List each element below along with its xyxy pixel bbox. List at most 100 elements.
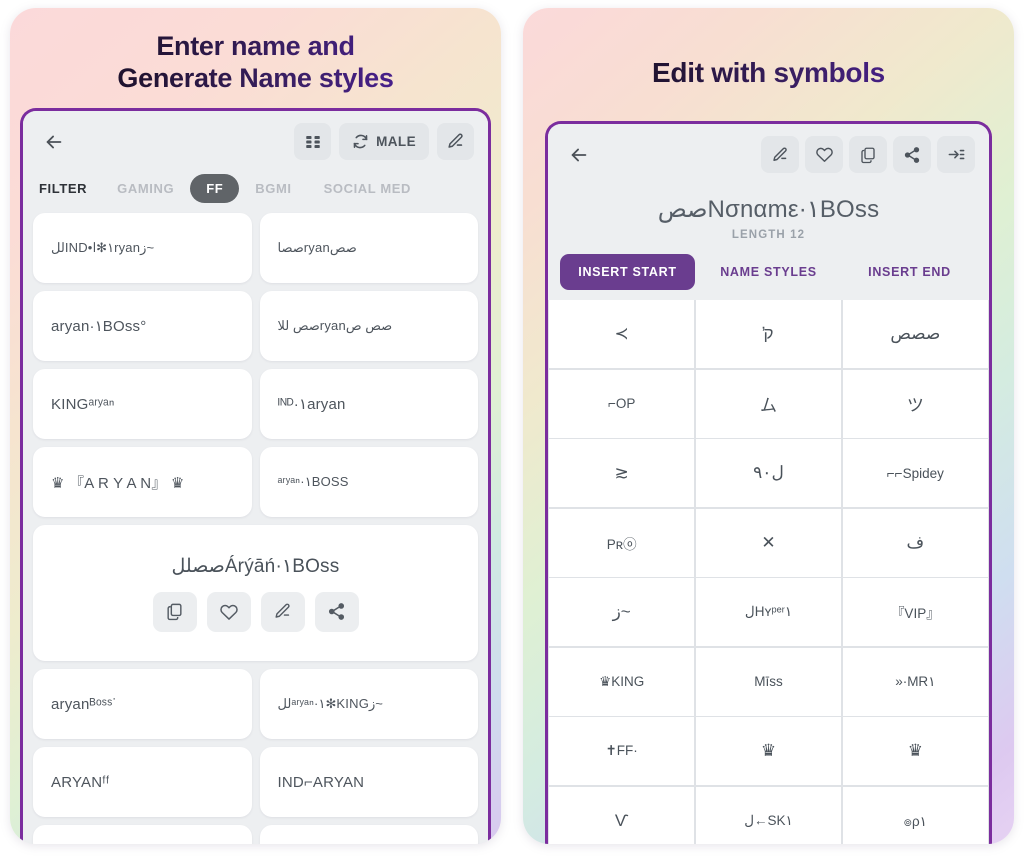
back-button[interactable]	[562, 138, 596, 172]
tab-insert-end[interactable]: INSERT END	[842, 254, 977, 290]
promo-title-line2: Generate Name styles	[117, 62, 394, 93]
grid-view-button[interactable]	[294, 123, 332, 160]
symbol-cell[interactable]: ل←SK١	[695, 786, 842, 844]
name-card[interactable]: للᵃʳʸᵃⁿ·١✻ΚINGز~	[259, 669, 478, 739]
name-card-text: للIND•١✻اryanز~	[51, 240, 155, 255]
name-card-text: صص للاryanصص ص	[277, 318, 393, 333]
name-card[interactable]: IND⌐ARYAN	[259, 747, 478, 817]
pencil-icon	[448, 133, 463, 148]
name-card-text: ᵃʳʸᵃⁿ·١BOSS	[277, 474, 349, 489]
back-button[interactable]	[37, 125, 71, 159]
symbol-cell[interactable]: ♛	[695, 717, 842, 785]
name-card[interactable]: ᵃʳʸᵃⁿ·١BOSS	[259, 447, 478, 517]
favorite-button[interactable]	[206, 591, 251, 632]
copy-button[interactable]	[849, 136, 887, 173]
symbol-cell[interactable]: ⌐OP	[549, 369, 695, 438]
symbol-cell[interactable]: ≳	[549, 439, 695, 507]
edit-button[interactable]	[260, 591, 305, 632]
symbol-cell[interactable]: صصص	[842, 300, 988, 368]
symbol-cell[interactable]: ✝FF·	[549, 717, 695, 785]
name-preview: صصNσnαmε·١BOss LENGTH 12	[548, 183, 989, 243]
expanded-action-row	[152, 591, 359, 632]
filter-chip-0: FILTER	[39, 181, 88, 196]
symbol-cell[interactable]: ツ	[842, 369, 988, 438]
name-card[interactable]: ARYANᶠᶠ	[33, 747, 252, 817]
tab-name-styles[interactable]: NAME STYLES	[701, 254, 836, 290]
name-card[interactable]: صص للاryanصص ص	[259, 291, 478, 361]
phone-screen-left: MALE FILTER GAMING FF BGMI SOCIAL MED لل…	[23, 111, 488, 844]
symbol-cell[interactable]: ف	[842, 508, 988, 577]
promo-panel-right: Edit with symbols صصNσnαmε·١BOss LENGTH …	[523, 8, 1014, 844]
insert-text-icon	[948, 149, 964, 160]
name-card[interactable]: aryan·١BOss°	[33, 291, 252, 361]
name-card-text: aryan·١BOss°	[51, 318, 147, 335]
promo-screenshot: Enter name and Generate Name styles MALE…	[0, 0, 1024, 862]
edit-button[interactable]	[761, 136, 799, 173]
tab-insert-start[interactable]: INSERT START	[560, 254, 695, 290]
symbol-cell[interactable]: ♛KING	[549, 647, 695, 716]
refresh-icon	[353, 134, 368, 149]
name-card[interactable]	[33, 825, 252, 844]
symbol-cell[interactable]: ⌐⌐Spidey	[842, 439, 988, 507]
filter-chip-3[interactable]: BGMI	[239, 174, 307, 203]
phone-frame-left: MALE FILTER GAMING FF BGMI SOCIAL MED لل…	[20, 108, 491, 844]
phone-frame-right: صصNσnαmε·١BOss LENGTH 12 INSERT START NA…	[545, 121, 992, 844]
symbol-cell[interactable]: ๏ρ١	[842, 786, 988, 844]
appbar-action-row	[755, 136, 975, 173]
name-card[interactable]: ᴵᴺᴰ·١aryan	[259, 369, 478, 439]
share-button[interactable]	[314, 591, 359, 632]
name-card-text: ᴵᴺᴰ·١aryan	[277, 396, 346, 413]
copy-button[interactable]	[152, 591, 197, 632]
appbar-left: MALE	[23, 111, 488, 170]
favorite-button[interactable]	[805, 136, 843, 173]
grid-view-icon	[305, 135, 320, 148]
symbol-cell[interactable]: ✕	[695, 508, 842, 577]
name-card-expanded[interactable]: صصللÁrýāń·١BOss	[33, 525, 478, 661]
arrow-left-icon	[571, 148, 587, 161]
name-card-text: ♛ 『A R Y A N』 ♛	[51, 474, 185, 492]
edit-name-button[interactable]	[437, 123, 474, 160]
symbol-cell[interactable]: 『VIP』	[842, 578, 988, 646]
copy-icon	[861, 147, 875, 163]
name-card[interactable]: للIND•١✻اryanز~	[33, 213, 252, 283]
share-button[interactable]	[893, 136, 931, 173]
promo-panel-left: Enter name and Generate Name styles MALE…	[10, 8, 501, 844]
name-card-text: ARYANᶠᶠ	[51, 773, 110, 791]
symbol-cell[interactable]: Pʀⓞ	[549, 508, 695, 577]
name-card-text: للᵃʳʸᵃⁿ·١✻ΚINGز~	[277, 696, 383, 711]
symbol-cell[interactable]: ز~	[549, 578, 695, 646]
filter-chip-1[interactable]: GAMING	[101, 174, 190, 203]
preview-name-text: صصNσnαmε·١BOss	[657, 196, 880, 223]
heart-icon	[219, 604, 238, 620]
filter-chip-4[interactable]: SOCIAL MED	[308, 174, 427, 203]
arrow-left-icon	[46, 135, 62, 148]
appbar-right	[548, 124, 989, 183]
name-card[interactable]	[259, 825, 478, 844]
filter-chip-2[interactable]: FF	[190, 174, 240, 203]
symbol-cell[interactable]: Mīss	[695, 647, 842, 716]
symbol-cell[interactable]: ≺	[549, 300, 695, 368]
name-card-text: KINGᵃʳʸᵃⁿ	[51, 395, 115, 413]
symbol-cell[interactable]: ק̓	[695, 300, 842, 368]
promo-title-line1: Enter name and	[156, 31, 355, 61]
segment-tab-row: INSERT START NAME STYLES INSERT END	[548, 243, 989, 300]
name-card[interactable]: aryanᴮᵒˢˢ˙	[33, 669, 252, 739]
gender-label: MALE	[376, 134, 416, 149]
name-card[interactable]: ♛ 『A R Y A N』 ♛	[33, 447, 252, 517]
gender-toggle-button[interactable]: MALE	[339, 123, 429, 160]
filter-chip-row[interactable]: FILTER GAMING FF BGMI SOCIAL MED	[23, 170, 488, 213]
symbol-cell[interactable]: ل٩۰	[695, 439, 842, 507]
name-card[interactable]: صصاryanصص	[259, 213, 478, 283]
share-icon	[328, 603, 345, 620]
symbol-grid: ≺ ק̓ صصص ⌐OP ム ツ ≳ ل٩۰ ⌐⌐Spidey Pʀⓞ ✕ ف …	[548, 300, 989, 844]
symbol-cell[interactable]: »·MR١	[842, 647, 988, 716]
symbol-cell[interactable]: ム	[695, 369, 842, 438]
symbol-cell[interactable]: Ѵ	[549, 786, 695, 844]
symbol-cell[interactable]: ♛	[842, 717, 988, 785]
insert-button[interactable]	[937, 136, 975, 173]
name-card[interactable]: KINGᵃʳʸᵃⁿ	[33, 369, 252, 439]
pencil-icon	[275, 603, 290, 618]
name-card-text: aryanᴮᵒˢˢ˙	[51, 695, 118, 713]
expanded-name-text: صصللÁrýāń·١BOss	[171, 555, 340, 577]
symbol-cell[interactable]: لHʏᵖᵉʳ١	[695, 578, 842, 646]
